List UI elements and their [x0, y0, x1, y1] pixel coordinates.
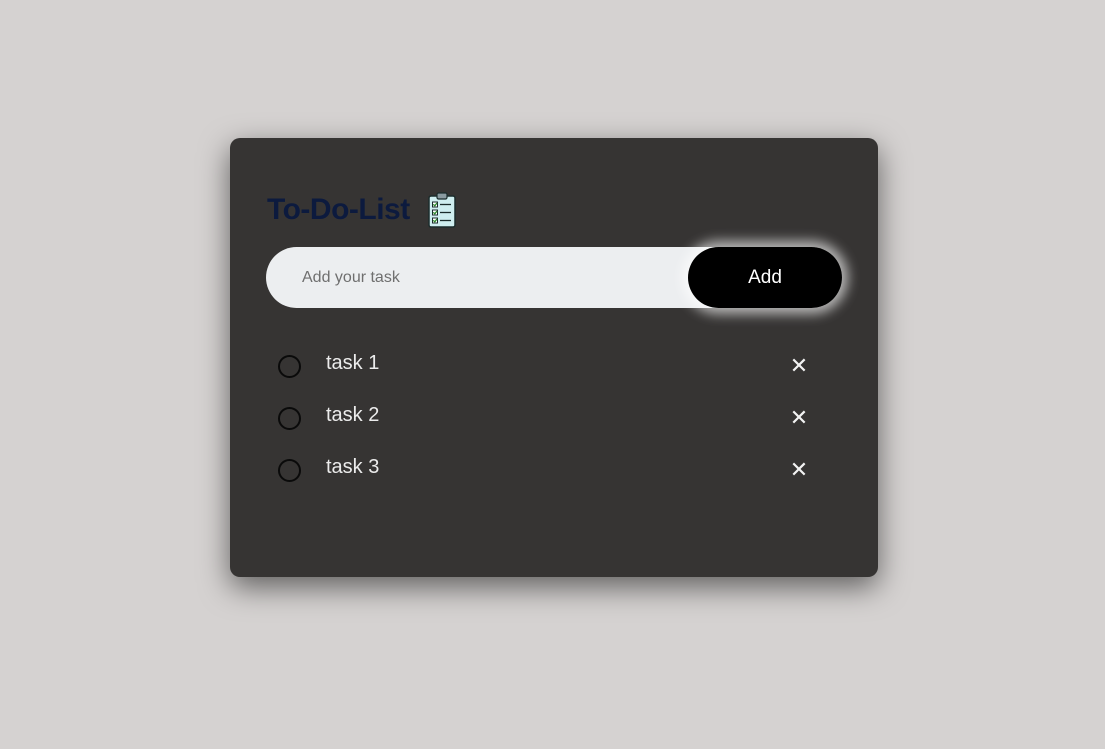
- task-list: task 1 ✕ task 2 ✕ task 3 ✕: [230, 338, 878, 494]
- task-checkbox[interactable]: [278, 459, 301, 482]
- task-input[interactable]: [302, 247, 682, 308]
- task-checkbox[interactable]: [278, 355, 301, 378]
- delete-icon[interactable]: ✕: [788, 460, 810, 482]
- list-item[interactable]: task 3 ✕: [230, 442, 878, 494]
- task-text[interactable]: task 3: [326, 456, 379, 479]
- header: To-Do-List: [267, 188, 456, 232]
- task-checkbox[interactable]: [278, 407, 301, 430]
- add-task-bar: Add: [266, 247, 842, 308]
- list-item[interactable]: task 1 ✕: [230, 338, 878, 390]
- add-button[interactable]: Add: [688, 247, 842, 308]
- delete-icon[interactable]: ✕: [788, 356, 810, 378]
- task-text[interactable]: task 1: [326, 352, 379, 375]
- clipboard-checklist-icon: [427, 192, 456, 228]
- task-text[interactable]: task 2: [326, 404, 379, 427]
- list-item[interactable]: task 2 ✕: [230, 390, 878, 442]
- delete-icon[interactable]: ✕: [788, 408, 810, 430]
- page-title: To-Do-List: [267, 193, 410, 226]
- todo-card: To-Do-List Add task 1 ✕: [230, 138, 878, 577]
